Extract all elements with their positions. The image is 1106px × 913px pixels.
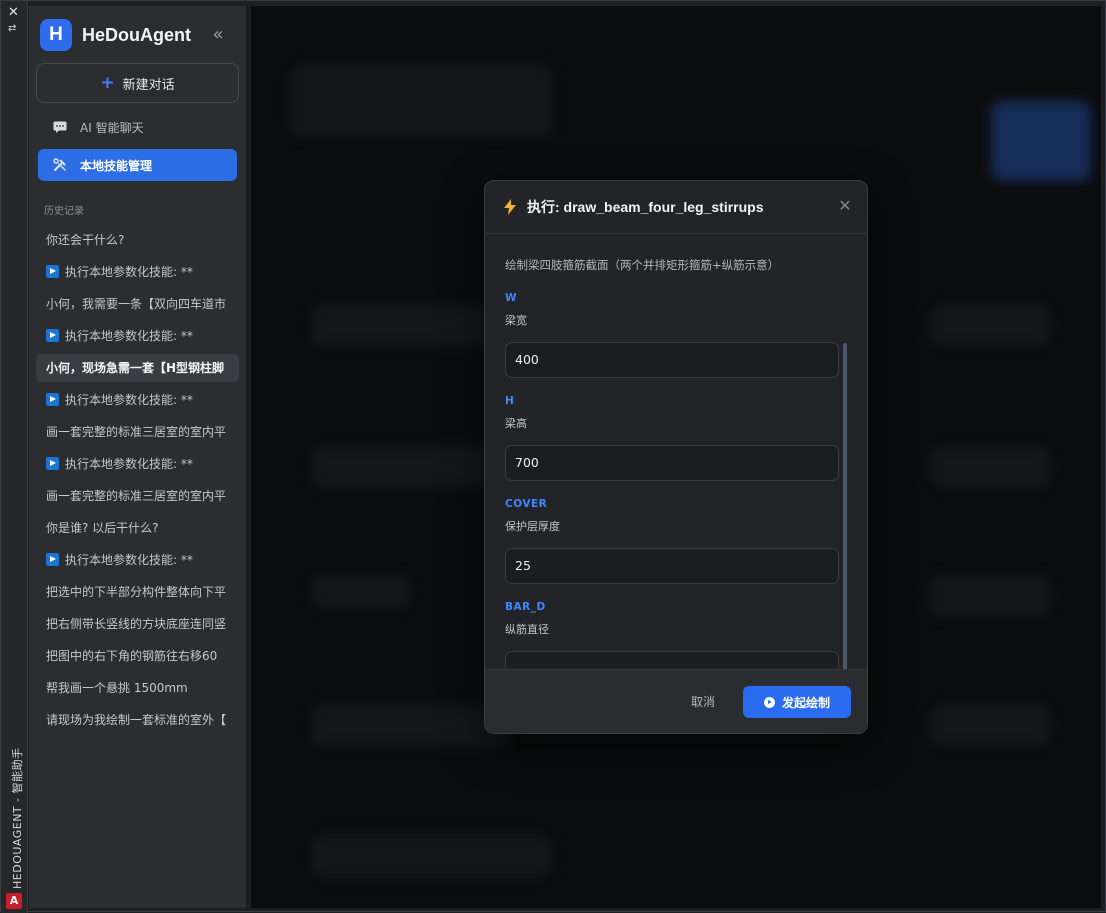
history-item[interactable]: 把选中的下半部分构件整体向下平 bbox=[36, 578, 239, 606]
panel-dock-icon[interactable]: ⇄ bbox=[8, 23, 16, 34]
history-item-text: 请现场为我绘制一套标准的室外【 bbox=[46, 713, 227, 727]
dialog-header: 执行: draw_beam_four_leg_stirrups ✕ bbox=[485, 181, 867, 234]
history-item[interactable]: 执行本地参数化技能: ** bbox=[36, 322, 239, 350]
history-item[interactable]: 把图中的右下角的钢筋往右移60 bbox=[36, 642, 239, 670]
history-item-text: 执行本地参数化技能: ** bbox=[65, 553, 193, 567]
tools-icon bbox=[52, 157, 68, 173]
history-item-text: 你还会干什么? bbox=[46, 233, 125, 247]
play-icon bbox=[46, 329, 59, 342]
history-item-selected[interactable]: 小何，现场急需一套【H型钢柱脚 bbox=[36, 354, 239, 382]
history-item[interactable]: 小何，我需要一条【双向四车道市 bbox=[36, 290, 239, 318]
history-item-text: 执行本地参数化技能: ** bbox=[65, 329, 193, 343]
history-item[interactable]: 执行本地参数化技能: ** bbox=[36, 450, 239, 478]
lightning-icon bbox=[504, 199, 516, 215]
app-window: ✕ ⇄ HEDOUAGENT - 智能助手 A H HeDouAgent « +… bbox=[0, 0, 1106, 913]
dialog-title: 执行: draw_beam_four_leg_stirrups bbox=[527, 199, 764, 215]
dialog-body: 绘制梁四肢箍筋截面（两个并排矩形箍筋+纵筋示意） W 梁宽 400 H 梁高 7… bbox=[485, 235, 867, 671]
blurred-content bbox=[311, 836, 551, 876]
history-item[interactable]: 帮我画一个悬挑 1500mm bbox=[36, 674, 239, 702]
history-item-text: 执行本地参数化技能: ** bbox=[65, 393, 193, 407]
parameter-form: W 梁宽 400 H 梁高 700 COVER 保护层厚度 25 BAR_D 纵… bbox=[505, 290, 839, 668]
form-scrollbar[interactable] bbox=[843, 343, 847, 671]
history-item-text: 小何，我需要一条【双向四车道市 bbox=[46, 297, 227, 311]
nav-item-label: AI 智能聊天 bbox=[80, 120, 144, 135]
blurred-content bbox=[931, 576, 1051, 616]
skill-description: 绘制梁四肢箍筋截面（两个并排矩形箍筋+纵筋示意） bbox=[505, 258, 780, 272]
play-icon bbox=[46, 393, 59, 406]
blurred-content bbox=[291, 66, 551, 136]
brand: H HeDouAgent bbox=[40, 19, 191, 51]
history-item-text: 帮我画一个悬挑 1500mm bbox=[46, 681, 188, 695]
history-item[interactable]: 执行本地参数化技能: ** bbox=[36, 258, 239, 286]
nav-item-ai-chat[interactable]: AI 智能聊天 bbox=[38, 111, 237, 143]
param-label: 保护层厚度 bbox=[505, 520, 560, 533]
history-item-text: 执行本地参数化技能: ** bbox=[65, 457, 193, 471]
plus-icon: + bbox=[100, 73, 115, 93]
history-item-text: 画一套完整的标准三居室的室内平 bbox=[46, 425, 227, 439]
history-item[interactable]: 画一套完整的标准三居室的室内平 bbox=[36, 418, 239, 446]
start-drawing-button[interactable]: 发起绘制 bbox=[743, 686, 851, 718]
host-app-logo-icon: A bbox=[6, 893, 22, 909]
param-input-h[interactable]: 700 bbox=[505, 445, 839, 481]
param-input-cover[interactable]: 25 bbox=[505, 548, 839, 584]
nav-item-local-skills[interactable]: 本地技能管理 bbox=[38, 149, 237, 181]
blurred-content bbox=[931, 706, 1051, 746]
history-item[interactable]: 画一套完整的标准三居室的室内平 bbox=[36, 482, 239, 510]
history-item-text: 执行本地参数化技能: ** bbox=[65, 265, 193, 279]
history-item-text: 画一套完整的标准三居室的室内平 bbox=[46, 489, 227, 503]
new-chat-label: 新建对话 bbox=[122, 77, 175, 93]
blurred-content bbox=[991, 101, 1091, 181]
brand-name: HeDouAgent bbox=[82, 24, 191, 45]
blurred-content bbox=[311, 706, 511, 746]
play-icon bbox=[46, 553, 59, 566]
start-drawing-label: 发起绘制 bbox=[781, 695, 830, 710]
history-item-text: 把右侧带长竖线的方块底座连同竖 bbox=[46, 617, 227, 631]
param-key: W bbox=[505, 292, 518, 304]
host-panel-strip: ✕ ⇄ HEDOUAGENT - 智能助手 A bbox=[1, 1, 28, 913]
history-item[interactable]: 你还会干什么? bbox=[36, 226, 239, 254]
play-icon bbox=[46, 265, 59, 278]
history-item[interactable]: 执行本地参数化技能: ** bbox=[36, 386, 239, 414]
panel-vertical-title: HEDOUAGENT - 智能助手 bbox=[11, 747, 24, 889]
history-title: 历史记录 bbox=[44, 206, 84, 217]
history-item-text: 你是谁? 以后干什么? bbox=[46, 521, 159, 535]
brand-logo-icon: H bbox=[40, 19, 72, 51]
history-item[interactable]: 把右侧带长竖线的方块底座连同竖 bbox=[36, 610, 239, 638]
cancel-button[interactable]: 取消 bbox=[678, 686, 728, 718]
sidebar: H HeDouAgent « + 新建对话 AI 智能聊天 本地技能管理 历史记… bbox=[29, 6, 247, 908]
history-item[interactable]: 执行本地参数化技能: ** bbox=[36, 546, 239, 574]
chat-bubble-icon bbox=[52, 119, 68, 135]
history-item-text: 小何，现场急需一套【H型钢柱脚 bbox=[46, 361, 225, 375]
blurred-content bbox=[931, 446, 1051, 486]
param-key: H bbox=[505, 395, 515, 407]
nav-item-label: 本地技能管理 bbox=[80, 158, 153, 173]
history-list: 你还会干什么? 执行本地参数化技能: ** 小何，我需要一条【双向四车道市 执行… bbox=[36, 226, 239, 738]
new-chat-button[interactable]: + 新建对话 bbox=[36, 63, 239, 103]
play-circle-icon bbox=[763, 696, 775, 708]
dialog-footer: 取消 发起绘制 bbox=[485, 669, 867, 733]
param-input-w[interactable]: 400 bbox=[505, 342, 839, 378]
blurred-content bbox=[931, 306, 1051, 346]
panel-close-icon[interactable]: ✕ bbox=[8, 5, 19, 20]
param-label: 梁宽 bbox=[505, 314, 527, 327]
execute-skill-dialog: 执行: draw_beam_four_leg_stirrups ✕ 绘制梁四肢箍… bbox=[484, 180, 868, 734]
collapse-sidebar-icon[interactable]: « bbox=[207, 24, 229, 46]
history-item[interactable]: 你是谁? 以后干什么? bbox=[36, 514, 239, 542]
param-key: COVER bbox=[505, 498, 548, 510]
history-item-text: 把图中的右下角的钢筋往右移60 bbox=[46, 649, 218, 663]
param-key: BAR_D bbox=[505, 601, 546, 613]
close-icon[interactable]: ✕ bbox=[837, 198, 853, 214]
param-label: 纵筋直径 bbox=[505, 623, 549, 636]
blurred-content bbox=[311, 576, 411, 606]
play-icon bbox=[46, 457, 59, 470]
param-label: 梁高 bbox=[505, 417, 527, 430]
history-item[interactable]: 请现场为我绘制一套标准的室外【 bbox=[36, 706, 239, 734]
param-input-bar-d[interactable] bbox=[505, 651, 839, 668]
history-item-text: 把选中的下半部分构件整体向下平 bbox=[46, 585, 227, 599]
